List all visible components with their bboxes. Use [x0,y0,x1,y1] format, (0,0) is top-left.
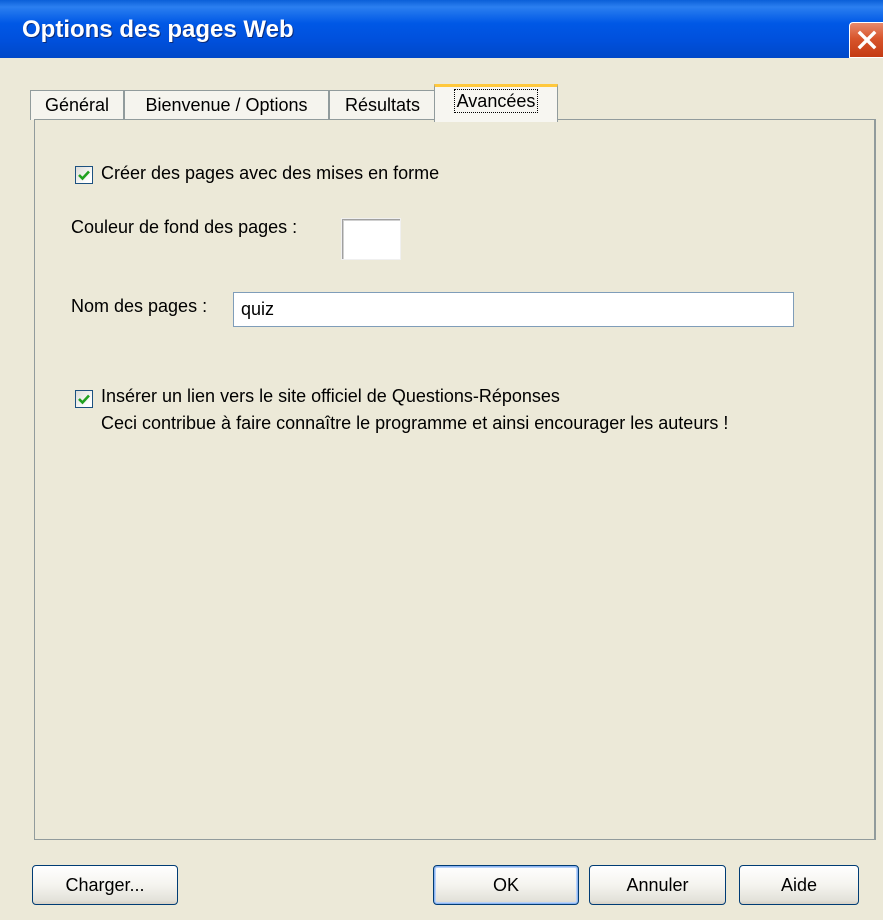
ok-button[interactable]: OK [433,865,579,905]
background-color-label: Couleur de fond des pages : [71,217,298,237]
tab-label: Avancées [453,89,539,113]
close-icon [857,30,877,50]
page-name-input[interactable] [233,292,794,327]
cancel-button[interactable]: Annuler [589,865,726,905]
tab-label: Général [44,95,110,115]
title-bar[interactable]: Options des pages Web [0,0,883,58]
formatted-pages-checkbox[interactable] [75,166,93,184]
close-button[interactable] [849,22,883,58]
load-button[interactable]: Charger... [32,865,178,905]
checkmark-icon [78,170,90,181]
tab-label: Résultats [344,95,421,115]
checkmark-icon [78,394,90,405]
tab-results[interactable]: Résultats [329,90,436,120]
formatted-pages-label[interactable]: Créer des pages avec des mises en forme [101,163,439,184]
tab-welcome-options[interactable]: Bienvenue / Options [124,90,329,120]
tab-advanced[interactable]: Avancées [434,84,558,122]
tab-label: Bienvenue / Options [145,95,308,115]
background-color-swatch[interactable] [341,218,401,260]
page-name-label: Nom des pages : [71,296,208,316]
official-link-label[interactable]: Insérer un lien vers le site officiel de… [101,386,560,407]
official-link-note: Ceci contribue à faire connaître le prog… [101,413,729,433]
help-button[interactable]: Aide [739,865,859,905]
official-link-checkbox[interactable] [75,390,93,408]
tab-general[interactable]: Général [30,90,124,120]
window-title: Options des pages Web [22,16,294,43]
